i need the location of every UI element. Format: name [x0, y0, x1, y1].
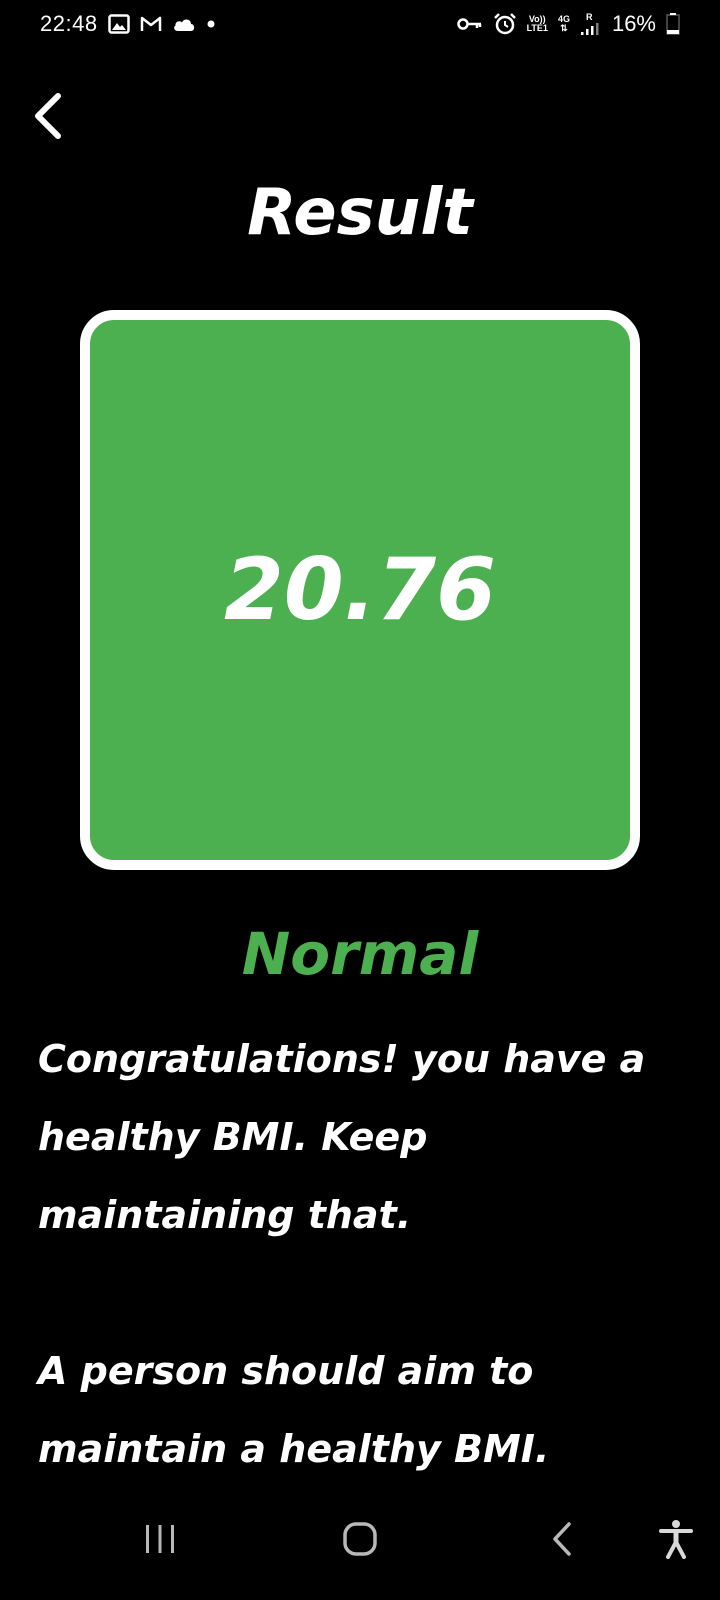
accessibility-icon [659, 1520, 693, 1559]
description-viewport: Congratulations! you have a healthy BMI.… [0, 0, 720, 1478]
recents-button[interactable] [120, 1478, 200, 1600]
bmi-message: Congratulations! you have a healthy BMI.… [38, 1037, 646, 1237]
accessibility-button[interactable] [636, 1478, 716, 1600]
home-icon [343, 1522, 377, 1556]
bmi-advice: A person should aim to maintain a health… [38, 1349, 550, 1471]
system-navigation-bar [0, 1478, 720, 1600]
nav-back-icon [553, 1522, 571, 1556]
recents-icon [146, 1525, 174, 1553]
bmi-description: Congratulations! you have a healthy BMI.… [38, 1020, 688, 1478]
home-button[interactable] [320, 1478, 400, 1600]
nav-back-button[interactable] [522, 1478, 602, 1600]
